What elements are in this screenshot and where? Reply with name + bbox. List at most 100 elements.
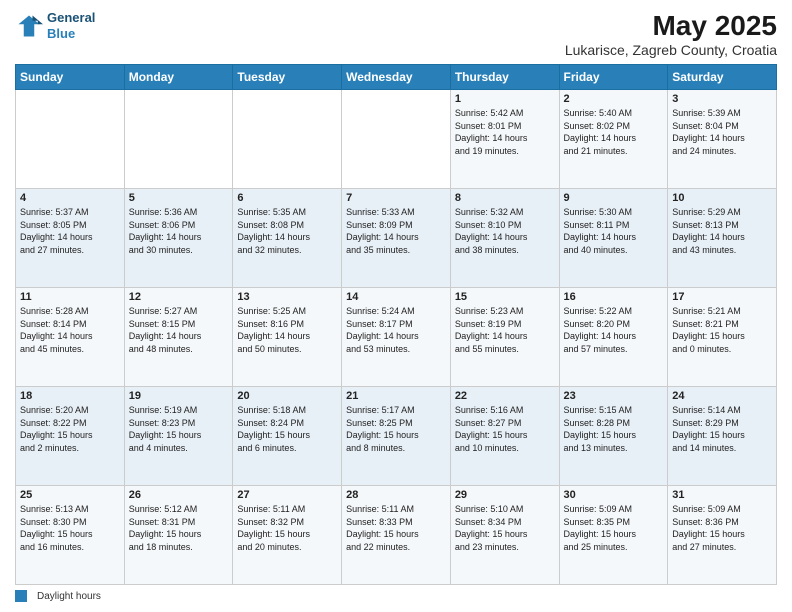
calendar-cell: 16Sunrise: 5:22 AM Sunset: 8:20 PM Dayli… — [559, 288, 668, 387]
cell-sun-info: Sunrise: 5:09 AM Sunset: 8:35 PM Dayligh… — [564, 503, 664, 553]
calendar-cell: 18 Sunrise: 5:20 AM Sunset: 8:22 PM Dayli… — [16, 387, 125, 486]
cell-sun-info: Sunrise: 5:17 AM Sunset: 8:25 PM Dayligh… — [346, 404, 446, 454]
calendar-cell: 27Sunrise: 5:11 AM Sunset: 8:32 PM Dayli… — [233, 486, 342, 585]
day-number: 9 — [564, 192, 664, 204]
calendar-week-row: 11 Sunrise: 5:28 AM Sunset: 8:14 PM Dayli… — [16, 288, 777, 387]
day-number: 29 — [455, 489, 555, 501]
calendar-cell: 4 Sunrise: 5:37 AM Sunset: 8:05 PM Daylig… — [16, 189, 125, 288]
calendar-cell: 20Sunrise: 5:18 AM Sunset: 8:24 PM Dayli… — [233, 387, 342, 486]
day-number: 14 — [346, 291, 446, 303]
cell-sun-info: Sunrise: 5:40 AM Sunset: 8:02 PM Dayligh… — [564, 107, 664, 157]
day-number: 5 — [129, 192, 229, 204]
day-number: 19 — [129, 390, 229, 402]
day-number: 7 — [346, 192, 446, 204]
page: General Blue May 2025 Lukarisce, Zagreb … — [0, 0, 792, 612]
day-number: 1 — [455, 93, 555, 105]
cell-sun-info: Sunrise: 5:10 AM Sunset: 8:34 PM Dayligh… — [455, 503, 555, 553]
cell-sun-info: Sunrise: 5:23 AM Sunset: 8:19 PM Dayligh… — [455, 305, 555, 355]
legend-box — [15, 590, 27, 602]
calendar-cell — [124, 90, 233, 189]
cell-sun-info: Sunrise: 5:39 AM Sunset: 8:04 PM Dayligh… — [672, 107, 772, 157]
cell-sun-info: Sunrise: 5:37 AM Sunset: 8:05 PM Dayligh… — [20, 206, 120, 256]
footer: Daylight hours — [15, 590, 777, 602]
calendar-cell: 5 Sunrise: 5:36 AM Sunset: 8:06 PM Daylig… — [124, 189, 233, 288]
calendar-week-row: 25Sunrise: 5:13 AM Sunset: 8:30 PM Dayli… — [16, 486, 777, 585]
calendar-cell: 23Sunrise: 5:15 AM Sunset: 8:28 PM Dayli… — [559, 387, 668, 486]
day-number: 15 — [455, 291, 555, 303]
day-number: 25 — [20, 489, 120, 501]
calendar-cell: 2 Sunrise: 5:40 AM Sunset: 8:02 PM Daylig… — [559, 90, 668, 189]
calendar-table: SundayMondayTuesdayWednesdayThursdayFrid… — [15, 64, 777, 585]
calendar-cell: 29 Sunrise: 5:10 AM Sunset: 8:34 PM Dayli… — [450, 486, 559, 585]
calendar-week-row: 1 Sunrise: 5:42 AM Sunset: 8:01 PM Daylig… — [16, 90, 777, 189]
calendar-cell: 15 Sunrise: 5:23 AM Sunset: 8:19 PM Dayli… — [450, 288, 559, 387]
cell-sun-info: Sunrise: 5:19 AM Sunset: 8:23 PM Dayligh… — [129, 404, 229, 454]
day-number: 3 — [672, 93, 772, 105]
calendar-cell: 13 Sunrise: 5:25 AM Sunset: 8:16 PM Dayli… — [233, 288, 342, 387]
day-number: 2 — [564, 93, 664, 105]
calendar-cell: 30 Sunrise: 5:09 AM Sunset: 8:35 PM Dayli… — [559, 486, 668, 585]
day-number: 8 — [455, 192, 555, 204]
day-header-friday: Friday — [559, 65, 668, 90]
calendar-cell — [342, 90, 451, 189]
day-number: 4 — [20, 192, 120, 204]
day-number: 13 — [237, 291, 337, 303]
cell-sun-info: Sunrise: 5:27 AM Sunset: 8:15 PM Dayligh… — [129, 305, 229, 355]
day-number: 18 — [20, 390, 120, 402]
calendar-cell — [16, 90, 125, 189]
cell-sun-info: Sunrise: 5:09 AM Sunset: 8:36 PM Dayligh… — [672, 503, 772, 553]
cell-sun-info: Sunrise: 5:33 AM Sunset: 8:09 PM Dayligh… — [346, 206, 446, 256]
day-number: 6 — [237, 192, 337, 204]
cell-sun-info: Sunrise: 5:16 AM Sunset: 8:27 PM Dayligh… — [455, 404, 555, 454]
calendar-cell: 9Sunrise: 5:30 AM Sunset: 8:11 PM Daylig… — [559, 189, 668, 288]
day-number: 26 — [129, 489, 229, 501]
calendar-cell: 11 Sunrise: 5:28 AM Sunset: 8:14 PM Dayli… — [16, 288, 125, 387]
cell-sun-info: Sunrise: 5:36 AM Sunset: 8:06 PM Dayligh… — [129, 206, 229, 256]
cell-sun-info: Sunrise: 5:11 AM Sunset: 8:33 PM Dayligh… — [346, 503, 446, 553]
day-header-sunday: Sunday — [16, 65, 125, 90]
day-number: 21 — [346, 390, 446, 402]
cell-sun-info: Sunrise: 5:22 AM Sunset: 8:20 PM Dayligh… — [564, 305, 664, 355]
calendar-cell: 10 Sunrise: 5:29 AM Sunset: 8:13 PM Dayli… — [668, 189, 777, 288]
calendar-cell: 8Sunrise: 5:32 AM Sunset: 8:10 PM Daylig… — [450, 189, 559, 288]
day-header-saturday: Saturday — [668, 65, 777, 90]
calendar-subtitle: Lukarisce, Zagreb County, Croatia — [565, 42, 777, 58]
legend-label: Daylight hours — [37, 591, 101, 602]
calendar-header-row: SundayMondayTuesdayWednesdayThursdayFrid… — [16, 65, 777, 90]
calendar-cell: 21 Sunrise: 5:17 AM Sunset: 8:25 PM Dayli… — [342, 387, 451, 486]
calendar-cell: 26Sunrise: 5:12 AM Sunset: 8:31 PM Dayli… — [124, 486, 233, 585]
cell-sun-info: Sunrise: 5:42 AM Sunset: 8:01 PM Dayligh… — [455, 107, 555, 157]
calendar-cell: 1 Sunrise: 5:42 AM Sunset: 8:01 PM Daylig… — [450, 90, 559, 189]
calendar-title: May 2025 — [565, 10, 777, 42]
calendar-week-row: 4 Sunrise: 5:37 AM Sunset: 8:05 PM Daylig… — [16, 189, 777, 288]
calendar-cell: 17Sunrise: 5:21 AM Sunset: 8:21 PM Dayli… — [668, 288, 777, 387]
day-header-wednesday: Wednesday — [342, 65, 451, 90]
day-number: 30 — [564, 489, 664, 501]
day-number: 10 — [672, 192, 772, 204]
cell-sun-info: Sunrise: 5:35 AM Sunset: 8:08 PM Dayligh… — [237, 206, 337, 256]
calendar-cell: 24Sunrise: 5:14 AM Sunset: 8:29 PM Dayli… — [668, 387, 777, 486]
day-number: 11 — [20, 291, 120, 303]
day-header-monday: Monday — [124, 65, 233, 90]
calendar-cell: 28Sunrise: 5:11 AM Sunset: 8:33 PM Dayli… — [342, 486, 451, 585]
cell-sun-info: Sunrise: 5:29 AM Sunset: 8:13 PM Dayligh… — [672, 206, 772, 256]
calendar-cell: 19 Sunrise: 5:19 AM Sunset: 8:23 PM Dayli… — [124, 387, 233, 486]
day-number: 17 — [672, 291, 772, 303]
logo: General Blue — [15, 10, 95, 41]
day-number: 31 — [672, 489, 772, 501]
calendar-week-row: 18 Sunrise: 5:20 AM Sunset: 8:22 PM Dayli… — [16, 387, 777, 486]
calendar-cell: 25Sunrise: 5:13 AM Sunset: 8:30 PM Dayli… — [16, 486, 125, 585]
calendar-cell: 7 Sunrise: 5:33 AM Sunset: 8:09 PM Daylig… — [342, 189, 451, 288]
calendar-cell: 3 Sunrise: 5:39 AM Sunset: 8:04 PM Daylig… — [668, 90, 777, 189]
calendar-cell — [233, 90, 342, 189]
day-number: 12 — [129, 291, 229, 303]
logo-text: General Blue — [47, 10, 95, 41]
calendar-cell: 6 Sunrise: 5:35 AM Sunset: 8:08 PM Daylig… — [233, 189, 342, 288]
cell-sun-info: Sunrise: 5:20 AM Sunset: 8:22 PM Dayligh… — [20, 404, 120, 454]
cell-sun-info: Sunrise: 5:28 AM Sunset: 8:14 PM Dayligh… — [20, 305, 120, 355]
cell-sun-info: Sunrise: 5:25 AM Sunset: 8:16 PM Dayligh… — [237, 305, 337, 355]
day-number: 23 — [564, 390, 664, 402]
day-number: 22 — [455, 390, 555, 402]
calendar-cell: 22 Sunrise: 5:16 AM Sunset: 8:27 PM Dayli… — [450, 387, 559, 486]
calendar-cell: 14Sunrise: 5:24 AM Sunset: 8:17 PM Dayli… — [342, 288, 451, 387]
